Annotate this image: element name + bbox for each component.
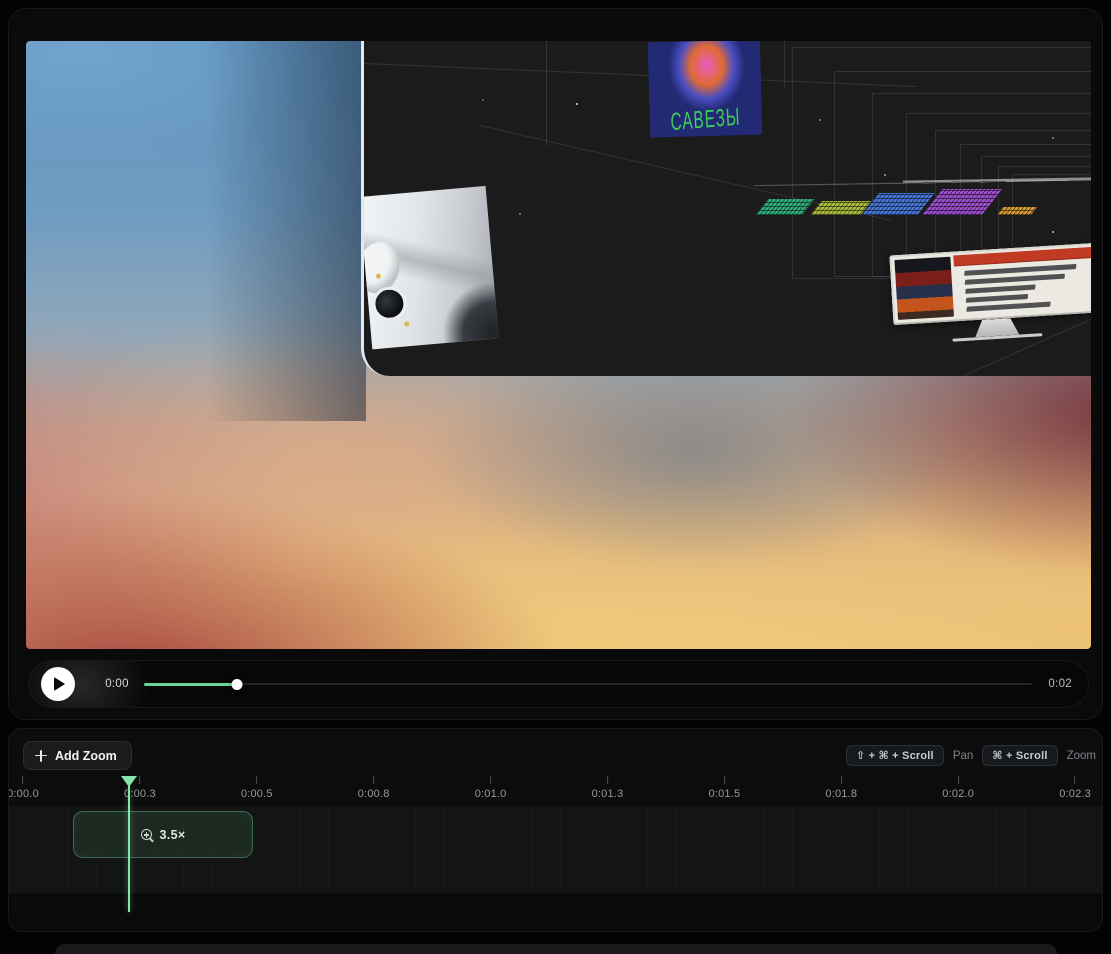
ruler-tick xyxy=(490,776,491,784)
ruler-tick-label: 0:02.0 xyxy=(942,788,974,800)
play-button[interactable] xyxy=(41,667,75,701)
timeline-ruler[interactable]: 0:00.00:00.30:00.50:00.80:01.00:01.30:01… xyxy=(9,776,1102,804)
playhead-line xyxy=(128,786,130,912)
zoom-shortcut-label: Zoom xyxy=(1067,750,1096,762)
monitor-text-line xyxy=(965,274,1065,285)
ruler-tick-label: 0:02.3 xyxy=(1059,788,1091,800)
pan-shortcut-badge: ⇧ + ⌘ + Scroll xyxy=(846,745,944,766)
ruler-tick-label: 0:01.0 xyxy=(475,788,507,800)
seek-thumb[interactable] xyxy=(232,679,243,690)
astronaut-artwork xyxy=(361,186,499,349)
thermal-face-poster: САВЕЗЫ xyxy=(648,41,762,137)
ruler-tick-label: 0:01.5 xyxy=(708,788,740,800)
stars xyxy=(364,41,366,43)
ruler-tick xyxy=(22,776,23,784)
plus-icon xyxy=(35,750,47,762)
astronaut-helmet xyxy=(371,285,408,322)
window-bottom-edge xyxy=(55,944,1057,954)
seek-progress xyxy=(144,683,237,686)
video-player-card: САВЕЗЫ xyxy=(8,8,1103,720)
monitor-text-line xyxy=(966,294,1028,303)
ruler-tick xyxy=(958,776,959,784)
grid-line xyxy=(546,41,547,146)
shortcut-hints: ⇧ + ⌘ + Scroll Pan ⌘ + Scroll Zoom xyxy=(846,745,1096,766)
ruler-tick xyxy=(607,776,608,784)
zoom-clip[interactable]: 3.5× xyxy=(73,811,253,858)
playback-bar: 0:00 0:02 xyxy=(28,660,1089,708)
monitor-text-line xyxy=(965,284,1035,293)
ruler-tick xyxy=(724,776,725,784)
ruler-tick xyxy=(1075,776,1076,784)
ruler-tick xyxy=(841,776,842,784)
timeline-lower-track xyxy=(9,893,1102,932)
zoom-shortcut-badge: ⌘ + Scroll xyxy=(982,745,1057,766)
ruler-tick-label: 0:00.8 xyxy=(358,788,390,800)
total-time: 0:02 xyxy=(1048,678,1072,690)
video-preview[interactable]: САВЕЗЫ xyxy=(26,41,1091,649)
ruler-tick-label: 0:00.0 xyxy=(8,788,39,800)
monitor-text-line xyxy=(966,302,1050,312)
monitor-screen xyxy=(889,243,1091,325)
current-time: 0:00 xyxy=(102,678,132,690)
play-icon xyxy=(54,677,65,691)
monitor-thumbnails xyxy=(894,257,954,320)
add-zoom-button[interactable]: Add Zoom xyxy=(23,741,132,770)
ruler-tick xyxy=(139,776,140,784)
ruler-tick-label: 0:00.5 xyxy=(241,788,273,800)
zoom-clip-label: 3.5× xyxy=(160,828,186,842)
sky-shadow xyxy=(206,41,366,421)
ruler-tick xyxy=(256,776,257,784)
ruler-tick-label: 0:01.8 xyxy=(825,788,857,800)
suit-detail xyxy=(404,321,409,326)
gallery-3d-scene: САВЕЗЫ xyxy=(361,41,1091,376)
monitor-artwork xyxy=(889,243,1091,355)
poster-title: САВЕЗЫ xyxy=(648,101,762,137)
ruler-tick xyxy=(373,776,374,784)
add-zoom-label: Add Zoom xyxy=(55,749,117,763)
seek-track xyxy=(144,683,1032,685)
seek-slider[interactable] xyxy=(144,677,1032,691)
zoom-in-icon xyxy=(141,829,152,840)
ruler-tick-label: 0:01.3 xyxy=(592,788,624,800)
pan-shortcut-label: Pan xyxy=(953,750,973,762)
playhead[interactable] xyxy=(120,776,137,913)
pixel-cluster-orange xyxy=(997,207,1037,215)
grid-line xyxy=(784,41,785,87)
timeline-panel: Add Zoom ⇧ + ⌘ + Scroll Pan ⌘ + Scroll Z… xyxy=(8,728,1103,932)
